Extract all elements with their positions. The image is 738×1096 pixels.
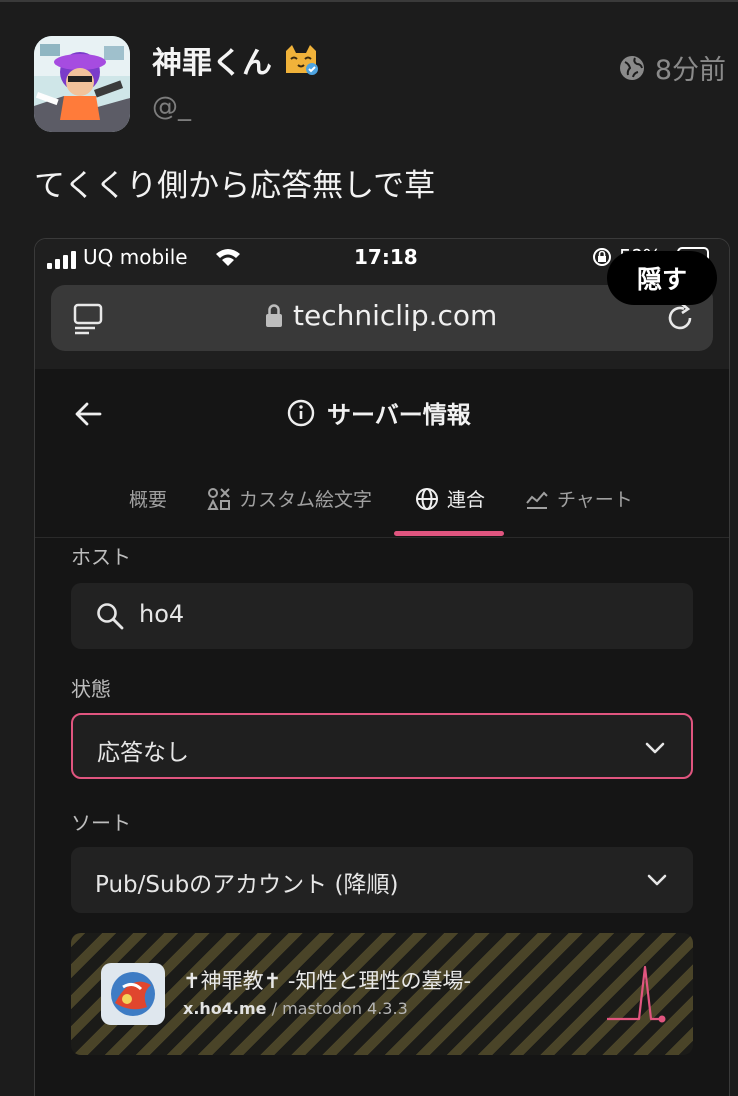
globe-icon — [619, 55, 644, 80]
carrier-name: UQ mobile — [83, 245, 188, 269]
sort-label: ソート — [71, 811, 131, 835]
tab-custom-emoji[interactable]: カスタム絵文字 — [207, 485, 372, 512]
instance-icon — [101, 963, 165, 1025]
host-label: ホスト — [71, 545, 131, 569]
browser-chrome: UQ mobile 17:18 5?% — [35, 239, 729, 369]
host-search-input[interactable]: ho4 — [71, 583, 693, 649]
display-name[interactable]: 神罪くん — [152, 38, 272, 82]
top-divider — [0, 0, 738, 2]
tab-chart[interactable]: チャート — [525, 485, 633, 512]
tab-bar: 概要 カスタム絵文字 連合 チャート — [35, 481, 729, 538]
tab-overview[interactable]: 概要 — [129, 485, 167, 512]
lock-icon — [266, 303, 282, 327]
activity-sparkline — [607, 965, 666, 1023]
instance-name: ✝神罪教✝ -知性と理性の墓場- — [183, 969, 472, 993]
back-arrow-icon[interactable] — [73, 399, 103, 429]
chevron-down-icon — [645, 742, 665, 754]
state-select[interactable]: 応答なし — [71, 713, 693, 779]
sort-select-value: Pub/Subのアカウント (降順) — [95, 872, 399, 898]
cat-emoji-icon — [286, 45, 318, 75]
post-time[interactable]: 8分前 — [655, 48, 726, 87]
reader-icon[interactable] — [73, 303, 103, 335]
state-label: 状態 — [71, 677, 111, 701]
search-icon — [97, 603, 124, 630]
instance-card[interactable]: ✝神罪教✝ -知性と理性の墓場- x.ho4.me / mastodon 4.3… — [71, 933, 693, 1055]
tab-label: 連合 — [447, 489, 486, 511]
hide-button[interactable]: 隠す — [607, 251, 717, 305]
instance-meta: x.ho4.me / mastodon 4.3.3 — [183, 999, 408, 1018]
status-time: 17:18 — [354, 245, 418, 269]
host-search-value: ho4 — [139, 600, 185, 628]
state-select-value: 応答なし — [97, 740, 189, 766]
wifi-icon — [216, 249, 240, 266]
info-icon — [287, 399, 315, 426]
tab-federation[interactable]: 連合 — [415, 485, 485, 512]
rotation-lock-icon — [593, 248, 611, 266]
post-text: てくくり側から応答無しで草 — [34, 168, 436, 204]
reload-icon[interactable] — [665, 303, 695, 333]
tab-label: 概要 — [129, 489, 168, 511]
url-text[interactable]: techniclip.com — [293, 299, 497, 332]
instance-host: x.ho4.me — [183, 999, 267, 1018]
chevron-down-icon — [647, 874, 667, 886]
tab-label: カスタム絵文字 — [239, 489, 373, 511]
emoji-shapes-icon — [207, 487, 230, 510]
user-handle[interactable]: @_ — [152, 92, 191, 122]
attached-screenshot[interactable]: UQ mobile 17:18 5?% — [34, 238, 730, 1096]
active-tab-indicator — [394, 531, 504, 536]
signal-icon — [47, 251, 76, 269]
tab-label: チャート — [557, 489, 633, 511]
globe-tab-icon — [416, 487, 438, 510]
avatar[interactable] — [34, 36, 130, 132]
instance-software: / mastodon 4.3.3 — [266, 999, 408, 1018]
page-title: サーバー情報 — [327, 401, 471, 429]
chart-icon — [526, 491, 548, 509]
sort-select[interactable]: Pub/Subのアカウント (降順) — [71, 847, 693, 913]
